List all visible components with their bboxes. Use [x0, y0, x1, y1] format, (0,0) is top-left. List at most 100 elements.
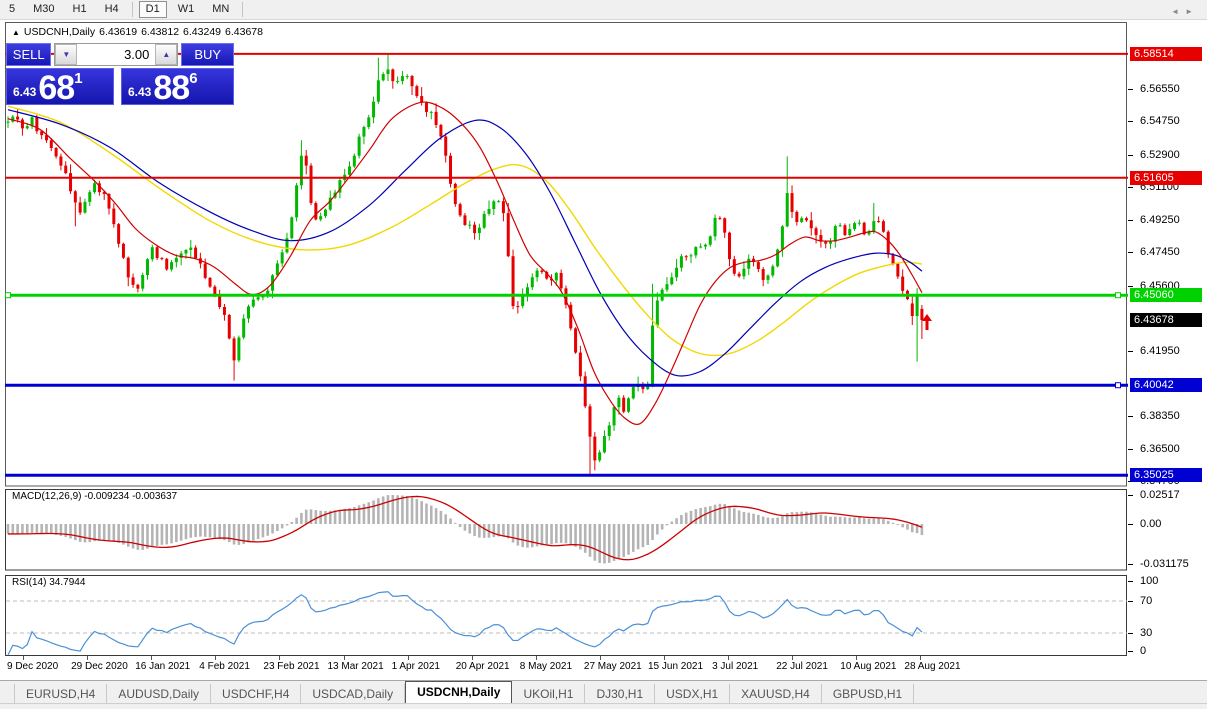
ohlc-close: 6.43678	[225, 26, 263, 38]
tick-mark	[1128, 601, 1133, 602]
tick-mark	[1128, 89, 1133, 90]
timeframe-button-m30[interactable]: M30	[26, 1, 61, 18]
date-tick-mark	[728, 656, 729, 660]
buy-button[interactable]: BUY	[181, 43, 234, 66]
date-label: 8 May 2021	[520, 661, 572, 672]
rsi-value: 34.7944	[49, 577, 85, 588]
date-tick-mark	[792, 656, 793, 660]
chevron-down-icon: ▼	[62, 50, 70, 59]
chart-symbol: USDCNH,Daily	[24, 26, 95, 38]
buy-price-display[interactable]: 6.43 88 6	[121, 68, 234, 105]
date-label: 13 Mar 2021	[328, 661, 384, 672]
one-click-trade-panel: SELL ▼ 3.00 ▲ BUY 6.43 68 1 6.43 88 6	[6, 43, 234, 105]
current-price-label: 6.43678	[1130, 313, 1202, 327]
tick-mark	[1128, 581, 1133, 582]
price-line-label: 6.45060	[1130, 288, 1202, 302]
date-tick-mark	[215, 656, 216, 660]
price-tick-label: 6.38350	[1140, 410, 1180, 422]
timeframe-button-mn[interactable]: MN	[205, 1, 236, 18]
tick-mark	[1128, 651, 1133, 652]
price-tick-label: 6.47450	[1140, 246, 1180, 258]
date-label: 22 Jul 2021	[776, 661, 828, 672]
price-line-label: 6.51605	[1130, 171, 1202, 185]
chart-tab-usdx[interactable]: USDX,H1	[655, 684, 730, 704]
macd-axis-label: 0.02517	[1140, 489, 1180, 501]
rsi-axis-label: 100	[1140, 575, 1158, 587]
price-line-label: 6.40042	[1130, 378, 1202, 392]
volume-increase-button[interactable]: ▲	[155, 44, 177, 65]
rsi-name: RSI(14)	[12, 577, 46, 588]
date-label: 9 Dec 2020	[7, 661, 58, 672]
date-label: 16 Jan 2021	[135, 661, 190, 672]
chart-tab-audusd[interactable]: AUDUSD,Daily	[107, 684, 211, 704]
macd-label: MACD(12,26,9) -0.009234 -0.003637	[12, 491, 177, 502]
timeframe-button-h4[interactable]: H4	[98, 1, 126, 18]
chart-tab-dj30[interactable]: DJ30,H1	[585, 684, 655, 704]
macd-values: -0.009234 -0.003637	[84, 491, 177, 502]
date-label: 1 Apr 2021	[392, 661, 440, 672]
sell-price-sup: 1	[74, 70, 82, 87]
tick-mark	[1128, 564, 1133, 565]
rsi-label: RSI(14) 34.7944	[12, 577, 85, 588]
macd-axis-label: 0.00	[1140, 518, 1161, 530]
ohlc-open: 6.43619	[99, 26, 137, 38]
rsi-axis-label: 0	[1140, 645, 1146, 657]
date-tick-mark	[920, 656, 921, 660]
price-tick-label: 6.56550	[1140, 83, 1180, 95]
price-arrow-icon	[922, 314, 932, 330]
price-line-label: 6.58514	[1130, 47, 1202, 61]
date-label: 29 Dec 2020	[71, 661, 128, 672]
date-tick-mark	[87, 656, 88, 660]
chart-tab-xauusd[interactable]: XAUUSD,H4	[730, 684, 822, 704]
date-tick-mark	[856, 656, 857, 660]
date-label: 10 Aug 2021	[840, 661, 896, 672]
buy-price-big: 88	[153, 73, 189, 103]
chart-tab-usdchf[interactable]: USDCHF,H4	[211, 684, 301, 704]
rsi-axis-label: 30	[1140, 627, 1152, 639]
toolbar-separator	[132, 2, 133, 17]
date-tick-mark	[472, 656, 473, 660]
volume-decrease-button[interactable]: ▼	[55, 44, 77, 65]
rsi-axis-label: 70	[1140, 595, 1152, 607]
date-label: 23 Feb 2021	[263, 661, 319, 672]
buy-price-small: 6.43	[128, 85, 151, 99]
sell-price-small: 6.43	[13, 85, 36, 99]
ma-mid-line	[8, 110, 922, 376]
buy-price-sup: 6	[189, 70, 197, 87]
sell-price-big: 68	[38, 73, 74, 103]
date-tick-mark	[408, 656, 409, 660]
chart-tab-bar: EURUSD,H4AUDUSD,DailyUSDCHF,H4USDCAD,Dai…	[0, 680, 1207, 704]
chart-tab-usdcad[interactable]: USDCAD,Daily	[301, 684, 405, 704]
sell-price-display[interactable]: 6.43 68 1	[6, 68, 114, 105]
chart-tab-gbpusd[interactable]: GBPUSD,H1	[822, 684, 914, 704]
trading-terminal-window: 5M30H1H4D1W1MN ▲USDCNH,Daily6.436196.438…	[0, 0, 1207, 709]
tick-mark	[1128, 121, 1133, 122]
date-tick-mark	[279, 656, 280, 660]
tick-mark	[1128, 633, 1133, 634]
price-tick-label: 6.49250	[1140, 214, 1180, 226]
date-tick-mark	[344, 656, 345, 660]
tick-mark	[1128, 416, 1133, 417]
sell-button[interactable]: SELL	[6, 43, 51, 66]
chart-marker-icon: ▲	[12, 28, 20, 37]
ohlc-low: 6.43249	[183, 26, 221, 38]
timeframe-button-5[interactable]: 5	[2, 1, 22, 18]
price-axis: 6.565506.547506.529006.511006.492506.474…	[1128, 0, 1207, 709]
chart-tab-usdcnh[interactable]: USDCNH,Daily	[405, 681, 512, 704]
status-strip	[0, 703, 1207, 709]
tick-mark	[1128, 155, 1133, 156]
date-axis: 9 Dec 202029 Dec 202016 Jan 20214 Feb 20…	[5, 656, 1128, 678]
timeframe-button-w1[interactable]: W1	[171, 1, 202, 18]
date-label: 15 Jun 2021	[648, 661, 703, 672]
timeframe-button-h1[interactable]: H1	[66, 1, 94, 18]
rsi-indicator-canvas[interactable]	[5, 575, 1128, 656]
tick-mark	[1128, 449, 1133, 450]
ma-slow-line	[8, 106, 922, 355]
volume-input[interactable]: 3.00	[77, 44, 155, 65]
tick-mark	[1128, 187, 1133, 188]
ohlc-high: 6.43812	[141, 26, 179, 38]
timeframe-button-d1[interactable]: D1	[139, 1, 167, 18]
price-tick-label: 6.36500	[1140, 443, 1180, 455]
chart-tab-eurusd[interactable]: EURUSD,H4	[14, 684, 107, 704]
chart-tab-ukoil[interactable]: UKOil,H1	[512, 684, 585, 704]
